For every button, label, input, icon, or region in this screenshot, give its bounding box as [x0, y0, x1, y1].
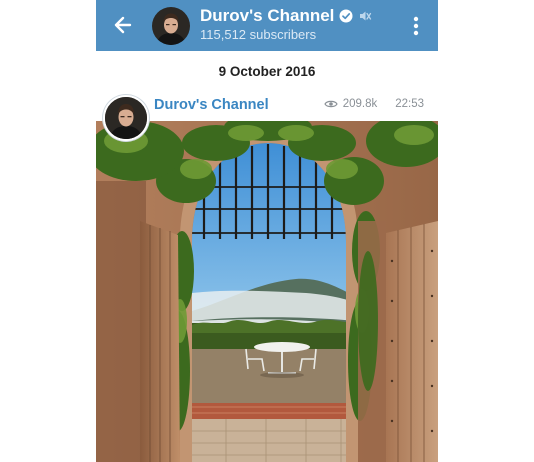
date-separator: 9 October 2016 [218, 64, 316, 79]
post-author-name[interactable]: Durov's Channel [154, 97, 269, 113]
telegram-channel-screen: Durov's Channel 115,512 subscribers 9 Oc… [96, 0, 438, 462]
view-count: 209.8k [342, 98, 378, 110]
muted-speaker-icon [360, 11, 372, 21]
channel-title[interactable]: Durov's Channel [200, 5, 372, 27]
more-vertical-icon [413, 16, 419, 36]
back-button[interactable] [108, 10, 138, 40]
channel-title-text: Durov's Channel [200, 6, 335, 25]
post-meta: 209.8k 22:53 [323, 98, 424, 110]
more-options-button[interactable] [406, 12, 426, 40]
channel-header-bar: Durov's Channel 115,512 subscribers [96, 0, 438, 51]
post-photo[interactable] [96, 121, 438, 462]
arrow-left-icon [114, 16, 132, 34]
post-time: 22:53 [395, 98, 424, 110]
eye-icon [323, 100, 338, 108]
post-author-avatar[interactable] [103, 95, 149, 141]
verified-check-icon [339, 9, 353, 23]
subscriber-count: 115,512 subscribers [200, 27, 317, 42]
channel-avatar[interactable] [152, 7, 190, 45]
